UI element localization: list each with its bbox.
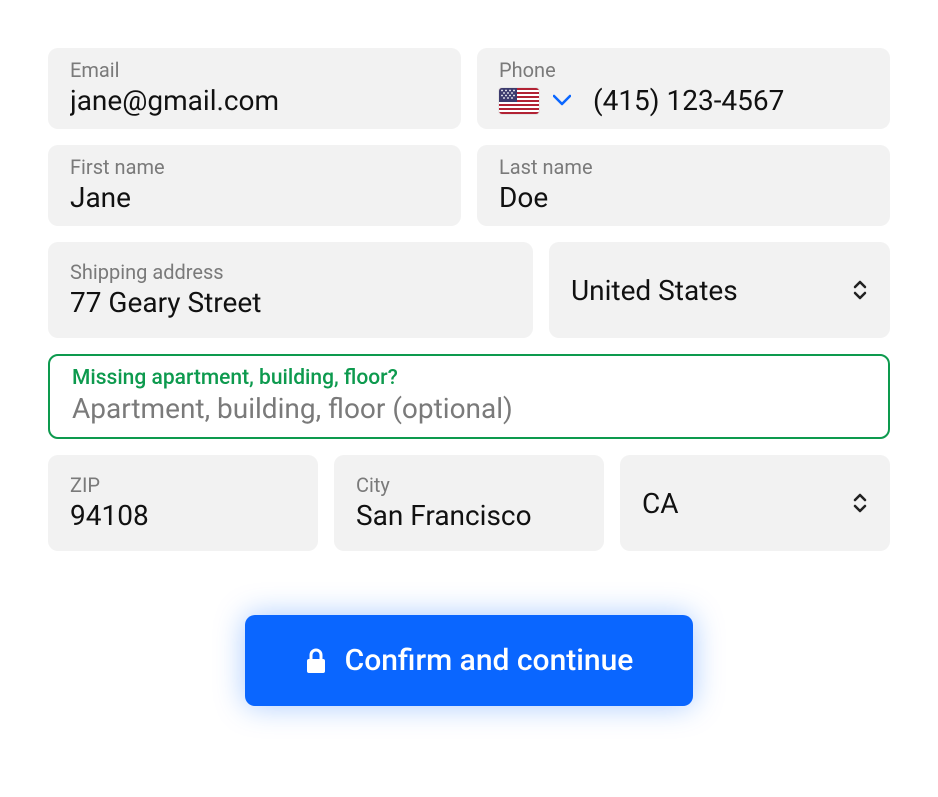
select-arrows-icon (852, 280, 868, 300)
country-select[interactable]: United States (549, 242, 890, 338)
email-field-wrapper[interactable]: Email (48, 48, 461, 129)
firstname-input[interactable] (70, 181, 439, 214)
lastname-field-wrapper[interactable]: Last name (477, 145, 890, 226)
firstname-field-wrapper[interactable]: First name (48, 145, 461, 226)
apartment-label: Missing apartment, building, floor? (72, 366, 866, 390)
zip-input[interactable] (70, 499, 296, 532)
row-apartment: Missing apartment, building, floor? (48, 354, 890, 439)
phone-input-row (499, 84, 868, 117)
email-input[interactable] (70, 84, 439, 117)
row-contact: Email Phone (48, 48, 890, 129)
confirm-button[interactable]: Confirm and continue (245, 615, 694, 706)
shipping-input[interactable] (70, 286, 511, 319)
zip-label: ZIP (70, 473, 296, 497)
city-label: City (356, 473, 582, 497)
shipping-field-wrapper[interactable]: Shipping address (48, 242, 533, 338)
phone-label: Phone (499, 58, 868, 82)
row-address: Shipping address United States (48, 242, 890, 338)
country-value: United States (571, 274, 738, 307)
chevron-down-icon[interactable] (553, 90, 571, 111)
state-select[interactable]: CA (620, 455, 890, 551)
apartment-field-wrapper[interactable]: Missing apartment, building, floor? (48, 354, 890, 439)
phone-field-wrapper[interactable]: Phone (477, 48, 890, 129)
lock-icon (305, 647, 327, 675)
row-locality: ZIP City CA (48, 455, 890, 551)
select-arrows-icon (852, 493, 868, 513)
checkout-form: Email Phone (48, 48, 890, 706)
city-input[interactable] (356, 499, 582, 532)
row-name: First name Last name (48, 145, 890, 226)
zip-field-wrapper[interactable]: ZIP (48, 455, 318, 551)
email-label: Email (70, 58, 439, 82)
lastname-input[interactable] (499, 181, 868, 214)
button-row: Confirm and continue (48, 615, 890, 706)
phone-input[interactable] (593, 84, 868, 117)
lastname-label: Last name (499, 155, 868, 179)
firstname-label: First name (70, 155, 439, 179)
city-field-wrapper[interactable]: City (334, 455, 604, 551)
us-flag-icon[interactable] (499, 88, 539, 114)
shipping-label: Shipping address (70, 260, 511, 284)
apartment-input[interactable] (72, 392, 866, 425)
state-value: CA (642, 487, 679, 520)
confirm-button-label: Confirm and continue (345, 643, 634, 678)
